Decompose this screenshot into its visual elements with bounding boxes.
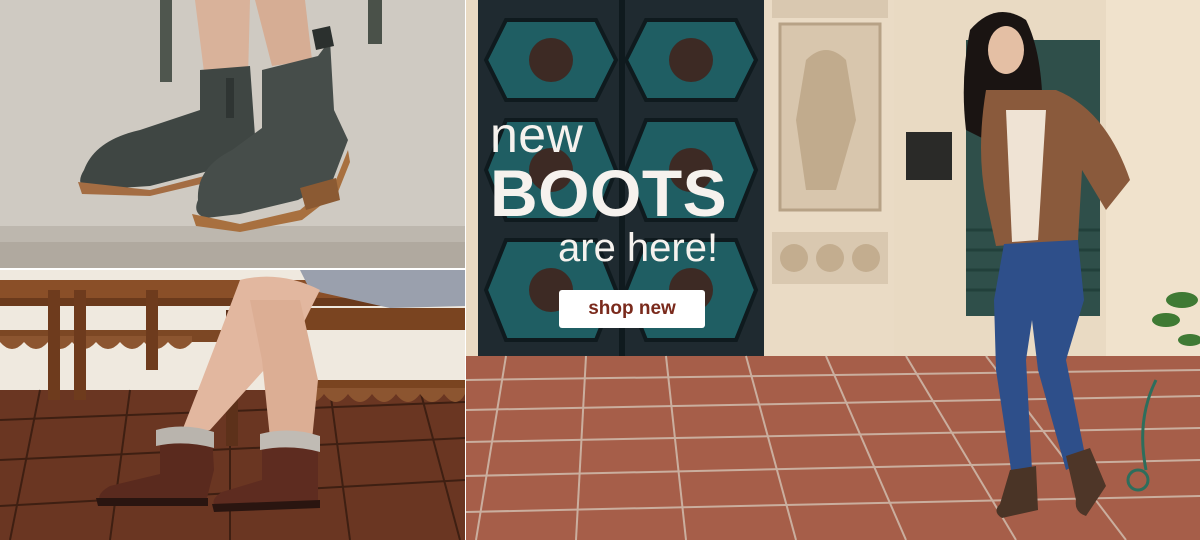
brown-boots-illustration (0, 270, 465, 540)
shop-new-button[interactable]: shop new (559, 290, 705, 328)
courtyard-scene-illustration (466, 0, 1200, 540)
headline-boots: BOOTS (490, 156, 728, 230)
grey-booties-photo (0, 0, 465, 268)
grey-booties-illustration (0, 0, 465, 268)
headline-are-here: are here! (558, 226, 719, 270)
model-main-photo (466, 0, 1200, 540)
headline-new: new (490, 107, 584, 163)
promo-banner[interactable]: new BOOTS are here! shop new (0, 0, 1200, 540)
brown-boots-photo (0, 270, 465, 540)
